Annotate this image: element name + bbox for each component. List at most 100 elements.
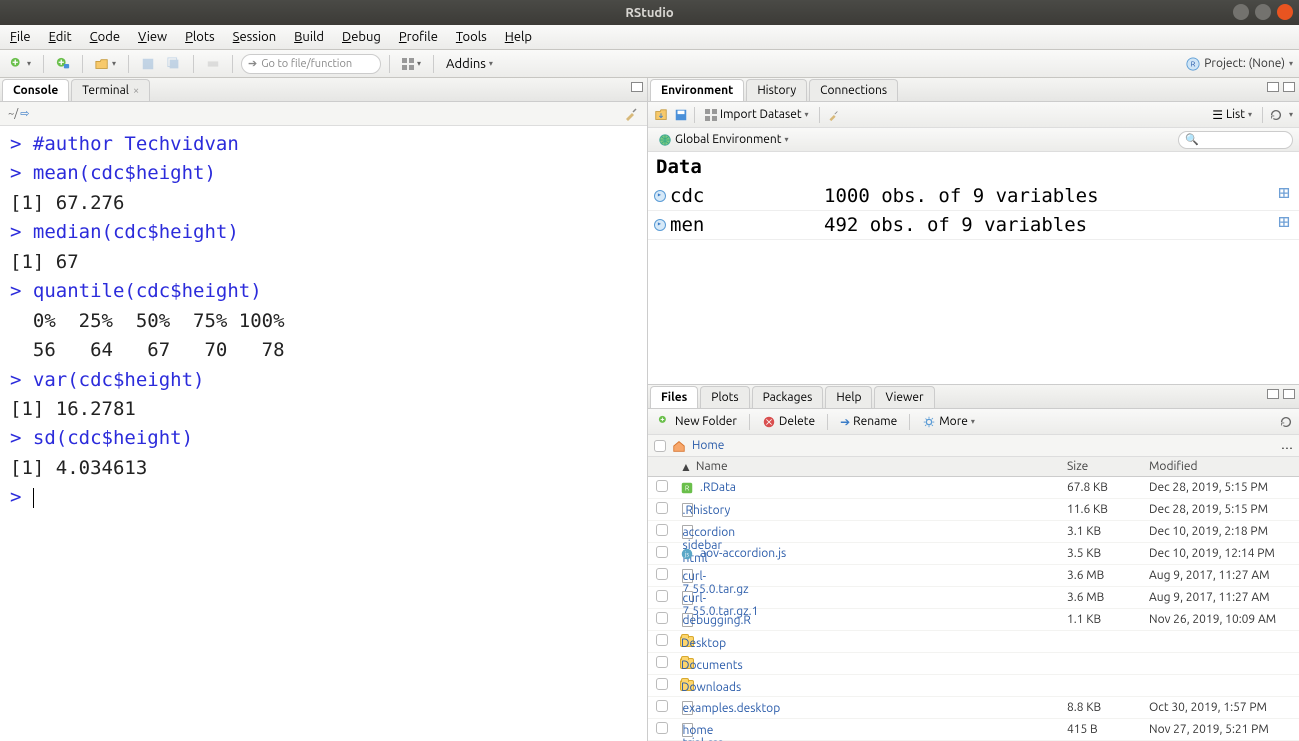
- file-checkbox[interactable]: [656, 722, 668, 734]
- file-checkbox[interactable]: [656, 700, 668, 712]
- env-item[interactable]: men492 obs. of 9 variables⊞: [648, 211, 1299, 240]
- tab-console-label: Console: [13, 84, 58, 97]
- file-checkbox[interactable]: [656, 524, 668, 536]
- file-row[interactable]: curl-7.55.0.tar.gz3.6 MBAug 9, 2017, 11:…: [648, 565, 1299, 587]
- tab-files[interactable]: Files: [650, 386, 698, 408]
- file-row[interactable]: curl-7.55.0.tar.gz.13.6 MBAug 9, 2017, 1…: [648, 587, 1299, 609]
- save-all-button[interactable]: [163, 54, 185, 74]
- file-row[interactable]: Downloads: [648, 675, 1299, 697]
- tab-viewer[interactable]: Viewer: [874, 386, 934, 408]
- print-button[interactable]: [202, 54, 224, 74]
- pane-minimize-icon[interactable]: [1267, 82, 1279, 92]
- env-search-input[interactable]: 🔍: [1178, 131, 1293, 149]
- menu-debug[interactable]: Debug: [342, 30, 381, 44]
- file-row[interactable]: Desktop: [648, 631, 1299, 653]
- new-file-button[interactable]: ▾: [6, 54, 35, 74]
- tab-help[interactable]: Help: [825, 386, 872, 408]
- file-checkbox[interactable]: [656, 634, 668, 646]
- files-list[interactable]: R.RData67.8 KBDec 28, 2019, 5:15 PM.Rhis…: [648, 477, 1299, 741]
- file-checkbox[interactable]: [656, 546, 668, 558]
- file-checkbox[interactable]: [656, 590, 668, 602]
- file-checkbox[interactable]: [656, 612, 668, 624]
- menu-session[interactable]: Session: [233, 30, 276, 44]
- tab-console[interactable]: Console: [2, 79, 69, 101]
- new-project-button[interactable]: [52, 54, 74, 74]
- save-workspace-icon[interactable]: [674, 108, 688, 122]
- goto-file-function-input[interactable]: ➔ Go to file/function: [241, 54, 381, 74]
- env-section-data: Data: [648, 152, 1299, 182]
- file-name[interactable]: aov-accordion.js: [700, 547, 786, 560]
- more-path-icon[interactable]: …: [1281, 439, 1293, 452]
- refresh-icon[interactable]: [1269, 108, 1283, 122]
- window-maximize-icon[interactable]: [1255, 4, 1271, 20]
- more-button[interactable]: More ▾: [918, 412, 979, 432]
- grid-view-button[interactable]: ▾: [398, 54, 425, 74]
- refresh-icon[interactable]: [1279, 415, 1293, 429]
- col-size[interactable]: Size: [1067, 460, 1149, 473]
- window-minimize-icon[interactable]: [1233, 4, 1249, 20]
- file-row[interactable]: accordion sidebar html3.1 KBDec 10, 2019…: [648, 521, 1299, 543]
- grid-view-icon[interactable]: ⊞: [1269, 182, 1299, 210]
- grid-view-icon[interactable]: ⊞: [1269, 211, 1299, 239]
- pane-maximize-icon[interactable]: [1283, 82, 1295, 92]
- open-file-button[interactable]: ▾: [91, 54, 120, 74]
- menu-view[interactable]: View: [138, 30, 167, 44]
- close-icon[interactable]: ×: [133, 85, 139, 97]
- tab-terminal[interactable]: Terminal×: [71, 79, 150, 101]
- file-row[interactable]: R.RData67.8 KBDec 28, 2019, 5:15 PM: [648, 477, 1299, 499]
- menu-edit[interactable]: Edit: [49, 30, 72, 44]
- rename-button[interactable]: ➔Rename: [836, 412, 901, 432]
- tab-environment[interactable]: Environment: [650, 79, 744, 101]
- file-row[interactable]: jsaov-accordion.js3.5 KBDec 10, 2019, 12…: [648, 543, 1299, 565]
- file-checkbox[interactable]: [656, 502, 668, 514]
- file-name[interactable]: .RData: [700, 481, 736, 494]
- menu-help[interactable]: Help: [505, 30, 532, 44]
- file-checkbox[interactable]: [656, 678, 668, 690]
- env-scope-selector[interactable]: Global Environment ▾: [654, 130, 793, 150]
- pane-minimize-icon[interactable]: [631, 82, 643, 92]
- rename-label: Rename: [853, 415, 897, 428]
- load-workspace-icon[interactable]: [654, 108, 668, 122]
- project-menu[interactable]: R Project: (None) ▾: [1186, 57, 1293, 71]
- env-item[interactable]: cdc1000 obs. of 9 variables⊞: [648, 182, 1299, 211]
- menu-profile[interactable]: Profile: [399, 30, 438, 44]
- home-icon[interactable]: [672, 439, 686, 453]
- col-size-label: Size: [1067, 460, 1088, 473]
- col-name[interactable]: ▲Name: [676, 460, 1067, 474]
- file-checkbox[interactable]: [656, 568, 668, 580]
- menu-plots[interactable]: Plots: [185, 30, 215, 44]
- new-folder-button[interactable]: New Folder: [654, 412, 741, 432]
- console-output[interactable]: > #author Techvidvan> mean(cdc$height)[1…: [0, 126, 647, 741]
- file-row[interactable]: .Rhistory11.6 KBDec 28, 2019, 5:15 PM: [648, 499, 1299, 521]
- pane-minimize-icon[interactable]: [1267, 389, 1279, 399]
- menu-code[interactable]: Code: [90, 30, 120, 44]
- menu-file[interactable]: File: [10, 30, 31, 44]
- save-button[interactable]: [137, 54, 159, 74]
- menu-build[interactable]: Build: [294, 30, 324, 44]
- file-checkbox[interactable]: [656, 656, 668, 668]
- import-dataset-button[interactable]: Import Dataset ▾: [701, 105, 813, 125]
- env-view-mode[interactable]: ☰ List ▾: [1208, 105, 1256, 125]
- select-all-checkbox[interactable]: [654, 440, 666, 452]
- tab-history[interactable]: History: [746, 79, 807, 101]
- menu-tools[interactable]: Tools: [456, 30, 487, 44]
- file-row[interactable]: Documents: [648, 653, 1299, 675]
- console-path-arrow-icon[interactable]: ⇨: [20, 107, 29, 120]
- expand-icon[interactable]: [654, 219, 666, 231]
- file-row[interactable]: home trial.css415 BNov 27, 2019, 5:21 PM: [648, 719, 1299, 741]
- breadcrumb-home[interactable]: Home: [692, 439, 724, 452]
- tab-connections[interactable]: Connections: [809, 79, 898, 101]
- delete-button[interactable]: Delete: [758, 412, 819, 432]
- expand-icon[interactable]: [654, 190, 666, 202]
- clear-workspace-icon[interactable]: [826, 108, 840, 122]
- addins-button[interactable]: Addins ▾: [442, 54, 497, 74]
- window-close-icon[interactable]: [1277, 4, 1293, 20]
- file-row[interactable]: debugging.R1.1 KBNov 26, 2019, 10:09 AM: [648, 609, 1299, 631]
- pane-maximize-icon[interactable]: [1283, 389, 1295, 399]
- tab-packages[interactable]: Packages: [752, 386, 824, 408]
- file-row[interactable]: examples.desktop8.8 KBOct 30, 2019, 1:57…: [648, 697, 1299, 719]
- file-checkbox[interactable]: [656, 480, 668, 492]
- col-modified[interactable]: Modified: [1149, 460, 1299, 473]
- broom-icon[interactable]: [623, 106, 639, 122]
- tab-plots[interactable]: Plots: [700, 386, 749, 408]
